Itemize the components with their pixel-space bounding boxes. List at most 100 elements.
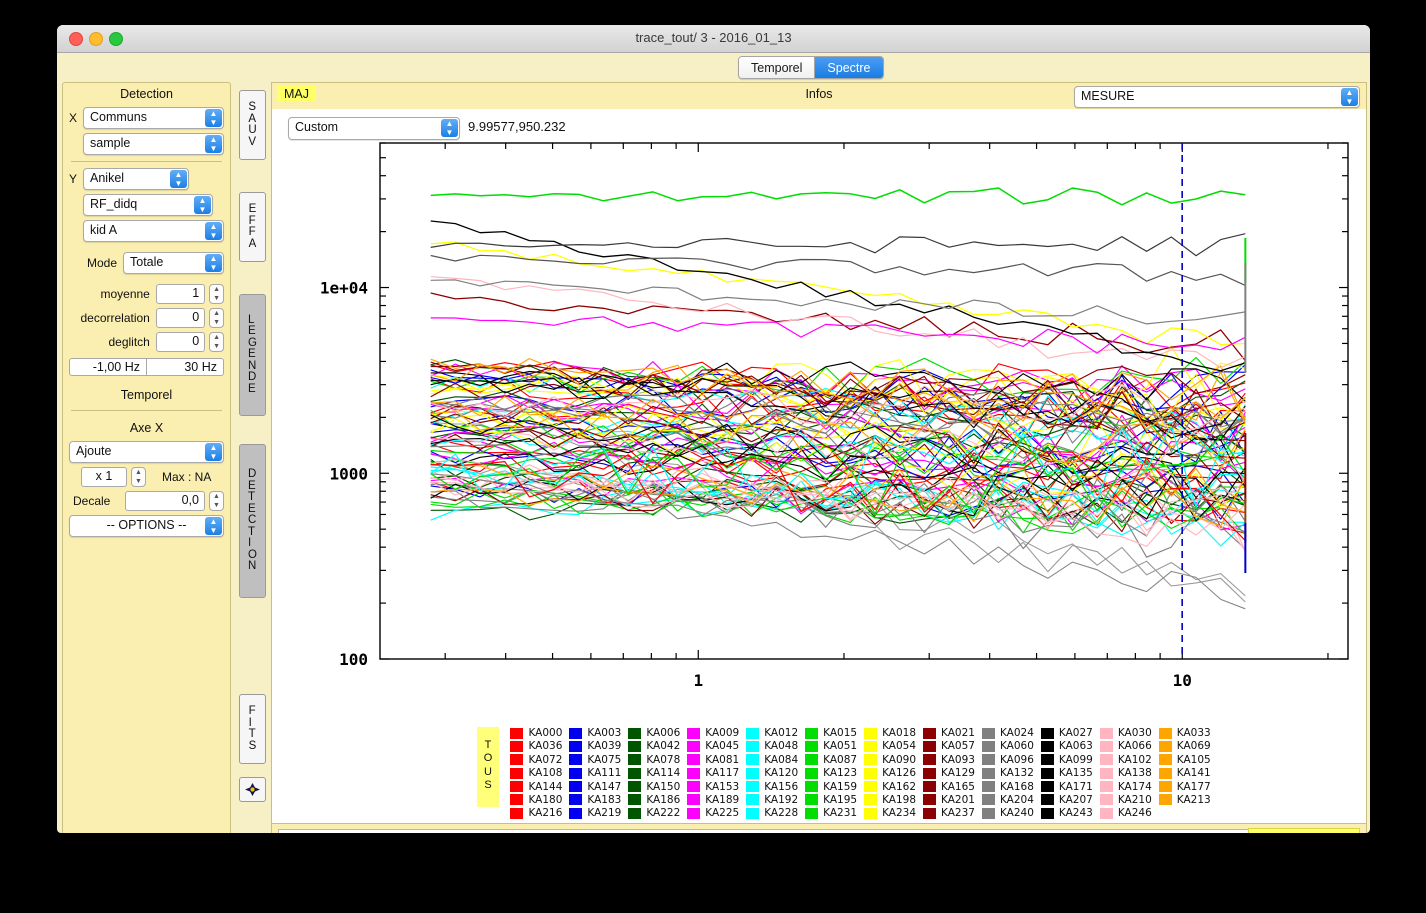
- legend-item[interactable]: KA180: [510, 794, 562, 806]
- x-field-select[interactable]: sample ▲▼: [83, 133, 224, 155]
- legend-color-swatch[interactable]: [805, 781, 818, 792]
- legend-color-swatch[interactable]: [864, 781, 877, 792]
- legend-item[interactable]: KA225: [687, 807, 739, 819]
- legend-color-swatch[interactable]: [569, 794, 582, 805]
- y-kid-select[interactable]: kid A ▲▼: [83, 220, 224, 242]
- legend-item[interactable]: KA120: [746, 767, 798, 779]
- legend-item[interactable]: KA150: [628, 781, 680, 793]
- legend-color-swatch[interactable]: [1100, 794, 1113, 805]
- legend-color-swatch[interactable]: [746, 728, 759, 739]
- legend-item[interactable]: KA078: [628, 754, 680, 766]
- legend-color-swatch[interactable]: [1041, 754, 1054, 765]
- multiplier-stepper[interactable]: ▲▼: [131, 467, 146, 487]
- legend-color-swatch[interactable]: [746, 741, 759, 752]
- legend-color-swatch[interactable]: [510, 794, 523, 805]
- legend-item[interactable]: KA237: [923, 807, 975, 819]
- vtab-effa[interactable]: EFFA: [239, 192, 266, 262]
- legend-item[interactable]: KA117: [687, 767, 739, 779]
- legend-color-swatch[interactable]: [628, 794, 641, 805]
- legend-color-swatch[interactable]: [510, 781, 523, 792]
- legend-color-swatch[interactable]: [805, 754, 818, 765]
- legend-color-swatch[interactable]: [510, 741, 523, 752]
- legend-item[interactable]: KA207: [1041, 794, 1093, 806]
- legend-color-swatch[interactable]: [1100, 808, 1113, 819]
- legend-item[interactable]: KA213: [1159, 794, 1211, 806]
- legend-item[interactable]: KA204: [982, 794, 1034, 806]
- legend-item[interactable]: KA099: [1041, 754, 1093, 766]
- legend-color-swatch[interactable]: [687, 768, 700, 779]
- decale-stepper[interactable]: ▲▼: [209, 491, 224, 511]
- legend-item[interactable]: KA159: [805, 781, 857, 793]
- legend-color-swatch[interactable]: [923, 728, 936, 739]
- legend-color-swatch[interactable]: [864, 741, 877, 752]
- legend-color-swatch[interactable]: [746, 768, 759, 779]
- legend-item[interactable]: KA243: [1041, 807, 1093, 819]
- moyenne-input[interactable]: 1: [156, 284, 205, 304]
- legend-item[interactable]: KA168: [982, 781, 1034, 793]
- decale-input[interactable]: 0,0: [125, 491, 205, 511]
- legend-item[interactable]: KA183: [569, 794, 621, 806]
- legend-item[interactable]: KA114: [628, 767, 680, 779]
- legend-color-swatch[interactable]: [569, 768, 582, 779]
- legend-color-swatch[interactable]: [1100, 781, 1113, 792]
- legend-item[interactable]: KA174: [1100, 781, 1152, 793]
- legend-item[interactable]: KA018: [864, 727, 916, 739]
- legend-color-swatch[interactable]: [864, 768, 877, 779]
- legend-item[interactable]: KA000: [510, 727, 562, 739]
- legend-item[interactable]: KA132: [982, 767, 1034, 779]
- legend-item[interactable]: KA144: [510, 781, 562, 793]
- legend-item[interactable]: KA051: [805, 740, 857, 752]
- legend-item[interactable]: KA231: [805, 807, 857, 819]
- decorrelation-stepper[interactable]: ▲▼: [209, 308, 224, 328]
- vtab-detection[interactable]: DETECTION: [239, 444, 266, 598]
- legend-color-swatch[interactable]: [923, 794, 936, 805]
- legend-color-swatch[interactable]: [628, 768, 641, 779]
- legend-item[interactable]: KA240: [982, 807, 1034, 819]
- legend-item[interactable]: KA138: [1100, 767, 1152, 779]
- legend-item[interactable]: KA129: [923, 767, 975, 779]
- legend-color-swatch[interactable]: [982, 794, 995, 805]
- legend-item[interactable]: KA024: [982, 727, 1034, 739]
- legend-color-swatch[interactable]: [864, 794, 877, 805]
- legend-color-swatch[interactable]: [1159, 768, 1172, 779]
- legend-color-swatch[interactable]: [1159, 794, 1172, 805]
- legend-color-swatch[interactable]: [982, 768, 995, 779]
- legend-color-swatch[interactable]: [510, 754, 523, 765]
- legend-item[interactable]: KA054: [864, 740, 916, 752]
- legend-color-swatch[interactable]: [746, 754, 759, 765]
- legend-color-swatch[interactable]: [569, 728, 582, 739]
- tab-spectre[interactable]: Spectre: [815, 57, 882, 78]
- legend-color-swatch[interactable]: [1041, 768, 1054, 779]
- legend-color-swatch[interactable]: [746, 808, 759, 819]
- legend-color-swatch[interactable]: [746, 794, 759, 805]
- legend-color-swatch[interactable]: [510, 728, 523, 739]
- frequency-low-value[interactable]: -1,00 Hz: [70, 359, 147, 375]
- legend-color-swatch[interactable]: [982, 728, 995, 739]
- legend-color-swatch[interactable]: [805, 808, 818, 819]
- legend-item[interactable]: KA030: [1100, 727, 1152, 739]
- legend-item[interactable]: KA033: [1159, 727, 1211, 739]
- spectrum-plot[interactable]: 11010010001e+04: [272, 141, 1366, 771]
- legend-item[interactable]: KA027: [1041, 727, 1093, 739]
- axe-x-select[interactable]: Ajoute ▲▼: [69, 441, 224, 463]
- legend-color-swatch[interactable]: [805, 794, 818, 805]
- legend-color-swatch[interactable]: [1041, 781, 1054, 792]
- legend-color-swatch[interactable]: [805, 741, 818, 752]
- legend-item[interactable]: KA162: [864, 781, 916, 793]
- legend-color-swatch[interactable]: [628, 808, 641, 819]
- legend-item[interactable]: KA219: [569, 807, 621, 819]
- legend-color-swatch[interactable]: [864, 728, 877, 739]
- legend-item[interactable]: KA147: [569, 781, 621, 793]
- legend-item[interactable]: KA003: [569, 727, 621, 739]
- legend-color-swatch[interactable]: [628, 754, 641, 765]
- legend-item[interactable]: KA105: [1159, 754, 1211, 766]
- legend-item[interactable]: KA066: [1100, 740, 1152, 752]
- legend-item[interactable]: KA096: [982, 754, 1034, 766]
- legend-color-swatch[interactable]: [1041, 794, 1054, 805]
- legend-item[interactable]: KA210: [1100, 794, 1152, 806]
- legend-item[interactable]: KA141: [1159, 767, 1211, 779]
- legend-color-swatch[interactable]: [864, 754, 877, 765]
- legend-item[interactable]: KA201: [923, 794, 975, 806]
- legend-item[interactable]: KA063: [1041, 740, 1093, 752]
- options-select[interactable]: -- OPTIONS -- ▲▼: [69, 515, 224, 537]
